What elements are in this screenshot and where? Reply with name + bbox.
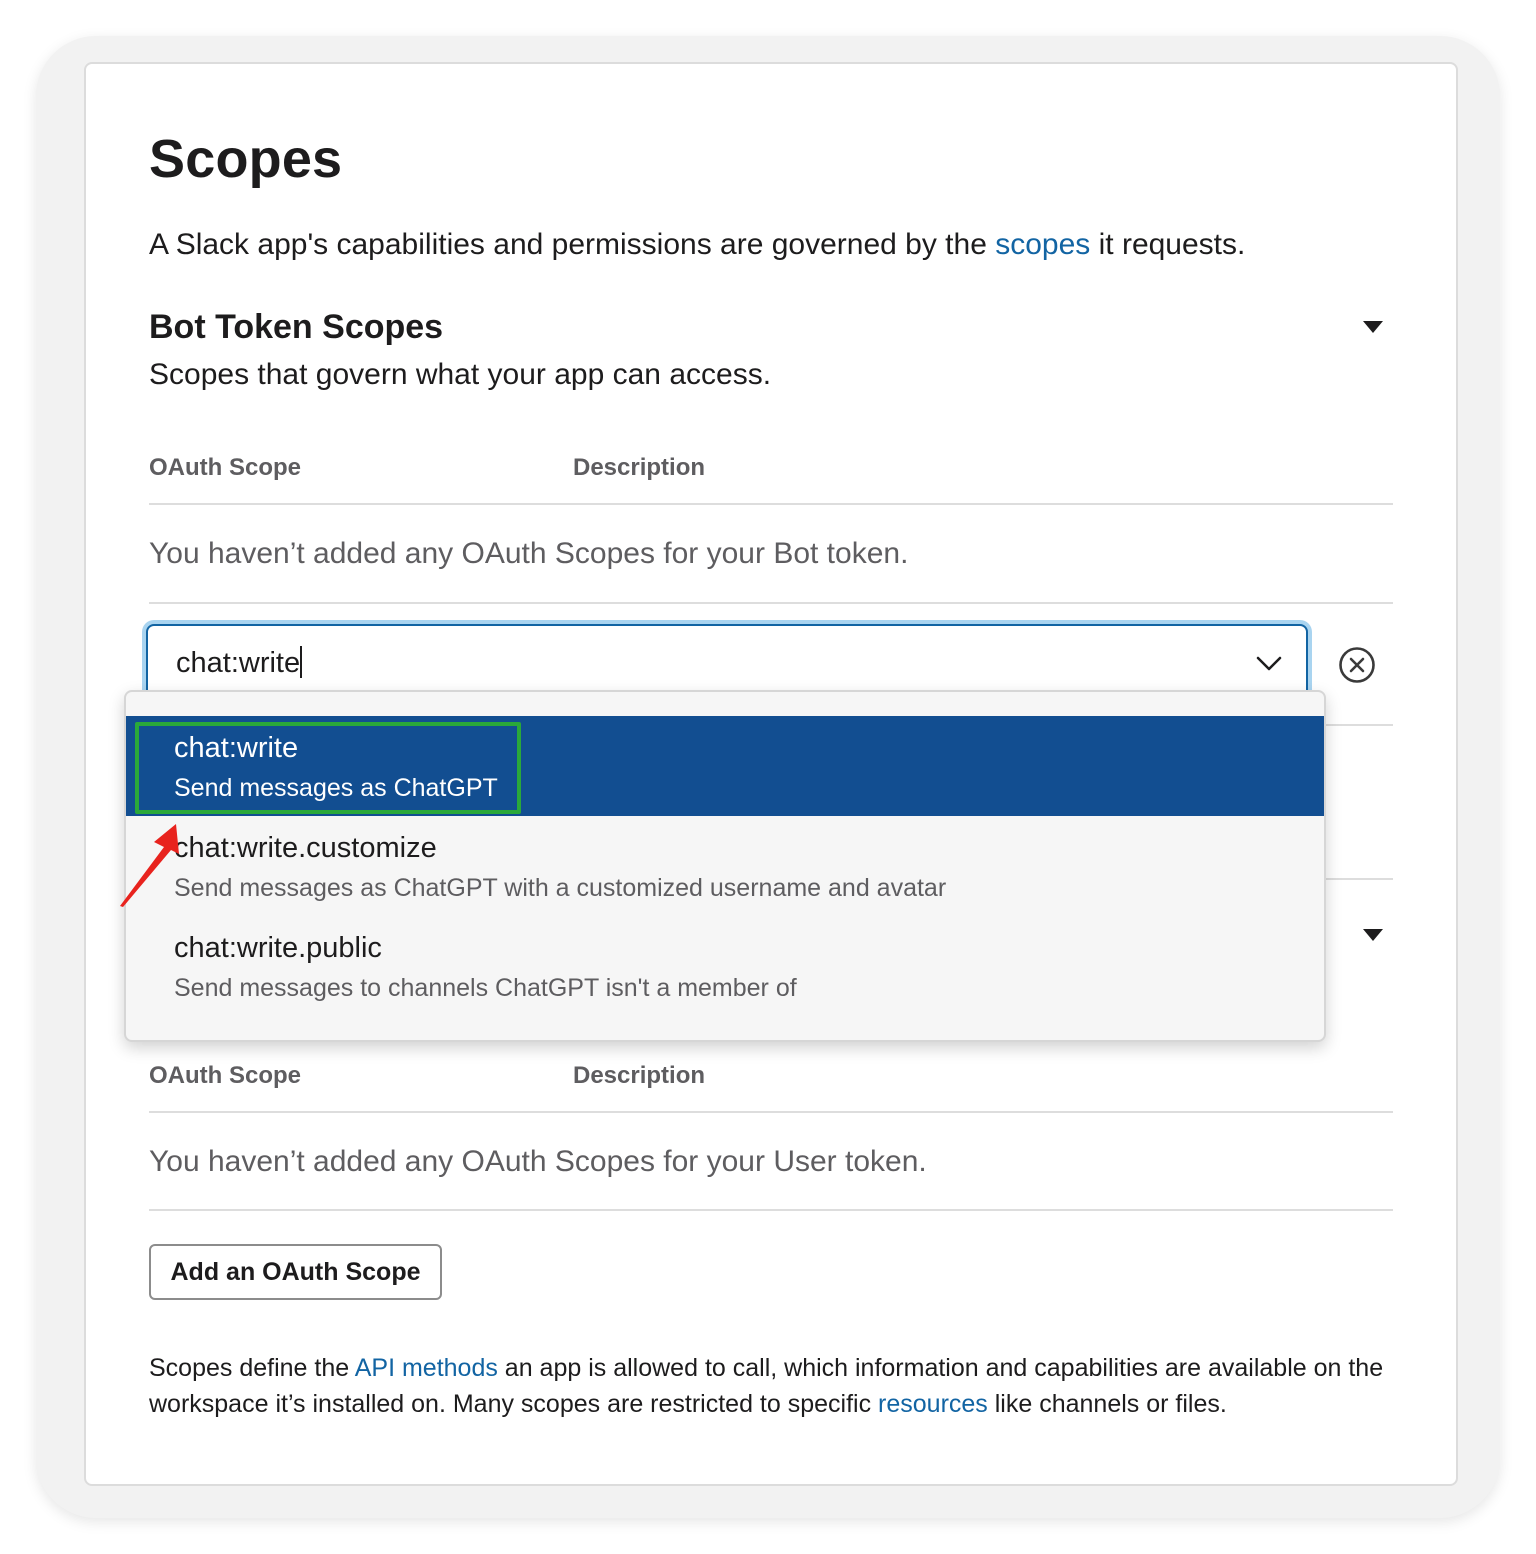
- page-title: Scopes: [149, 129, 343, 189]
- column-header-oauth-scope: OAuth Scope: [149, 454, 302, 481]
- option-description: Send messages as ChatGPT with a customiz…: [174, 874, 947, 902]
- collapse-caret-icon[interactable]: [1363, 321, 1383, 333]
- bot-token-scopes-title: Bot Token Scopes: [149, 308, 444, 346]
- chevron-down-icon[interactable]: [1254, 652, 1284, 676]
- divider: [149, 1111, 1393, 1113]
- collapse-caret-icon[interactable]: [1363, 929, 1383, 941]
- bot-token-scopes-subtitle: Scopes that govern what your app can acc…: [149, 358, 772, 391]
- annotation-highlight-box: [135, 722, 521, 814]
- resources-link[interactable]: resources: [878, 1390, 988, 1418]
- annotation-arrow-icon: [120, 824, 179, 907]
- dropdown-option-chat-write-public[interactable]: chat:write.public Send messages to chann…: [126, 916, 1324, 1016]
- bot-empty-state: You haven’t added any OAuth Scopes for y…: [149, 537, 909, 570]
- clear-circle-x-icon[interactable]: [1338, 646, 1376, 684]
- scopes-link[interactable]: scopes: [995, 228, 1090, 261]
- divider: [149, 1209, 1393, 1211]
- intro-prefix: A Slack app's capabilities and permissio…: [149, 228, 996, 261]
- column-header-description: Description: [573, 1062, 706, 1089]
- text-cursor: [300, 646, 303, 678]
- add-oauth-scope-button[interactable]: Add an OAuth Scope: [149, 1244, 442, 1300]
- api-methods-link[interactable]: API methods: [355, 1354, 498, 1382]
- column-header-oauth-scope: OAuth Scope: [149, 1062, 302, 1089]
- option-title: chat:write.public: [174, 932, 382, 964]
- scopes-footer-text: Scopes define the API methods an app is …: [149, 1350, 1389, 1422]
- footer-text-1: Scopes define the: [149, 1354, 355, 1382]
- intro-suffix: it requests.: [1090, 228, 1246, 261]
- footer-text-3: like channels or files.: [987, 1390, 1227, 1418]
- option-description: Send messages to channels ChatGPT isn't …: [174, 974, 797, 1002]
- scope-input-value: chat:write: [176, 646, 303, 679]
- intro-text: A Slack app's capabilities and permissio…: [149, 228, 1245, 262]
- divider: [149, 503, 1393, 505]
- option-title: chat:write.customize: [174, 832, 437, 864]
- divider: [149, 602, 1393, 604]
- column-header-description: Description: [573, 454, 706, 481]
- user-empty-state: You haven’t added any OAuth Scopes for y…: [149, 1145, 927, 1178]
- dropdown-option-chat-write-customize[interactable]: chat:write.customize Send messages as Ch…: [126, 816, 1324, 916]
